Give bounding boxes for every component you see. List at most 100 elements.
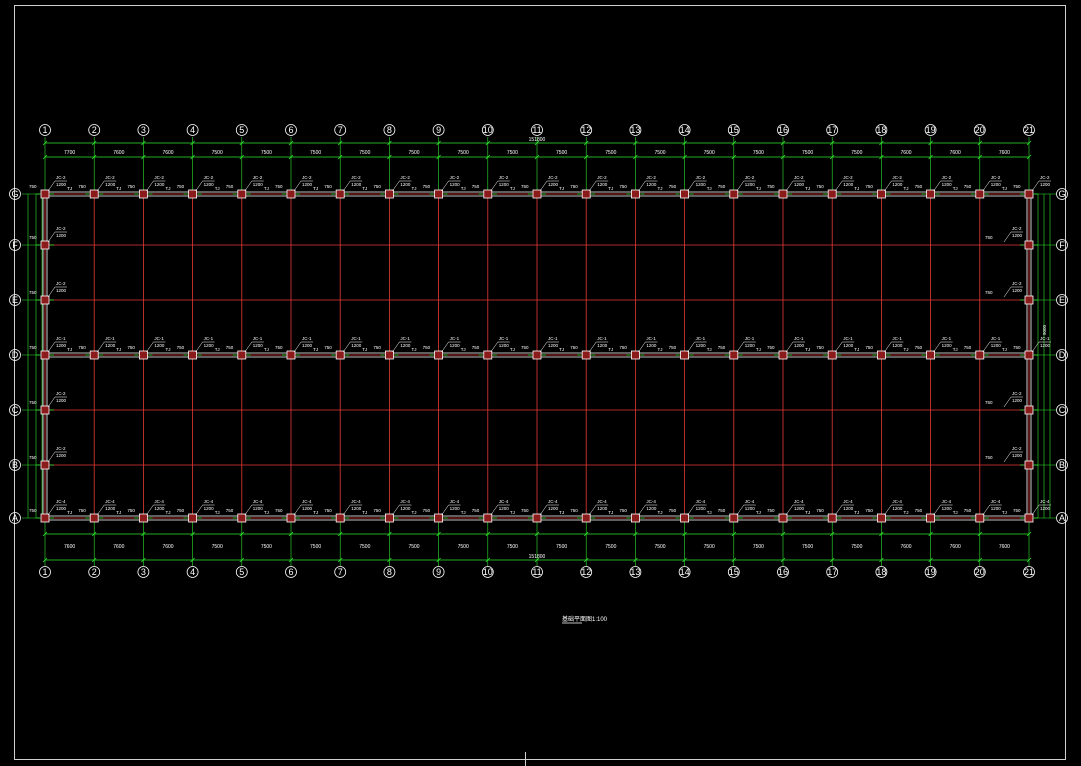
callout-G-14-offset: 750	[669, 184, 677, 189]
callout-D-14-offset: 750	[669, 345, 677, 350]
span-label-bottom: 7600	[999, 544, 1010, 550]
axis-top-21-text: 21	[1024, 125, 1034, 135]
callout-D-20-depth: 1200	[991, 343, 1002, 348]
callout-A-1-offset: 750	[29, 508, 37, 513]
tj-tag-A: TJ	[461, 510, 466, 515]
footing-E-21	[1024, 295, 1034, 305]
span-label-top: 7500	[359, 150, 370, 156]
callout-D-16-tag: JC-1	[794, 336, 804, 341]
callout-A-2-leader	[96, 504, 105, 516]
callout-G-19-depth: 1200	[942, 182, 953, 187]
footing-D-18	[877, 350, 886, 360]
footing-A-21	[1024, 513, 1034, 523]
span-label-top: 7500	[802, 150, 813, 156]
callout-D-17-leader	[834, 341, 843, 353]
span-label-bottom: 7600	[113, 544, 124, 550]
callout-A-7-tag: JC-4	[351, 499, 361, 504]
callout-A-17-leader	[834, 504, 843, 516]
tj-tag-A: TJ	[313, 510, 318, 515]
callout-E-21-offset: 750	[985, 290, 993, 295]
axis-top-18-text: 18	[876, 125, 886, 135]
callout-G-4-offset: 750	[177, 184, 185, 189]
footing-B-1	[40, 460, 50, 470]
axis-left-B-text: B	[12, 460, 18, 470]
span-label-bottom: 7500	[212, 544, 223, 550]
tj-tag-A: TJ	[264, 510, 269, 515]
callout-D-20-leader	[982, 341, 991, 353]
callout-D-18-offset: 750	[865, 345, 873, 350]
axis-top-14-text: 14	[680, 125, 690, 135]
callout-G-12-leader	[588, 180, 597, 192]
tj-tag-G: TJ	[166, 186, 171, 191]
tj-tag-D: TJ	[264, 347, 269, 352]
callout-C-21-offset: 750	[985, 400, 993, 405]
tj-tag-G: TJ	[215, 186, 220, 191]
callout-G-4-leader	[195, 180, 203, 192]
footing-G-18	[877, 189, 886, 199]
callout-D-9-leader	[441, 341, 449, 353]
callout-D-13-leader	[638, 341, 646, 353]
tj-tag-A: TJ	[559, 510, 564, 515]
tj-tag-A: TJ	[904, 510, 909, 515]
callout-G-18-depth: 1200	[892, 182, 903, 187]
callout-A-19-offset: 750	[915, 508, 923, 513]
callout-A-2-tag: JC-4	[105, 499, 115, 504]
tj-tag-D: TJ	[67, 347, 72, 352]
callout-G-5-depth: 1200	[253, 182, 264, 187]
callout-G-14-leader	[687, 180, 695, 192]
footing-D-4	[188, 350, 198, 360]
callout-G-1-depth: 1200	[56, 182, 67, 187]
callout-D-17-depth: 1200	[843, 343, 854, 348]
callout-D-10-leader	[490, 341, 499, 353]
callout-A-20-offset: 750	[964, 508, 972, 513]
callout-D-19-leader	[933, 341, 941, 353]
callout-D-1-leader	[47, 341, 56, 353]
callout-A-6-leader	[293, 504, 302, 516]
footing-G-11	[532, 189, 542, 199]
tj-tag-D: TJ	[608, 347, 613, 352]
callout-A-7-offset: 750	[324, 508, 332, 513]
axis-bottom-16-text: 16	[778, 567, 788, 577]
callout-A-17-tag: JC-4	[843, 499, 853, 504]
callout-D-5-offset: 750	[226, 345, 234, 350]
callout-D-12-offset: 750	[570, 345, 578, 350]
callout-G-11-tag: JC-2	[548, 175, 558, 180]
callout-F-1-offset: 750	[29, 235, 37, 240]
tj-tag-D: TJ	[953, 347, 958, 352]
span-label-bottom: 7600	[162, 544, 173, 550]
callout-C-1-leader	[47, 396, 56, 408]
footing-D-10	[483, 350, 493, 360]
footing-D-5	[237, 350, 247, 360]
footing-D-16	[778, 350, 788, 360]
span-label-top: 7600	[162, 150, 173, 156]
axis-top-17-text: 17	[827, 125, 837, 135]
callout-G-18-tag: JC-2	[892, 175, 902, 180]
span-label-bottom: 7600	[950, 544, 961, 550]
callout-G-7-depth: 1200	[351, 182, 362, 187]
callout-G-9-offset: 750	[423, 184, 431, 189]
callout-G-19-tag: JC-2	[942, 175, 952, 180]
callout-A-18-leader	[884, 504, 892, 516]
callout-D-21-tag: JC-1	[1040, 336, 1050, 341]
callout-D-11-offset: 750	[521, 345, 529, 350]
callout-G-18-offset: 750	[865, 184, 873, 189]
callout-D-3-tag: JC-1	[154, 336, 164, 341]
callout-D-11-tag: JC-1	[548, 336, 558, 341]
axis-bottom-9-text: 9	[436, 567, 441, 577]
callout-D-8-leader	[392, 341, 400, 353]
callout-G-9-leader	[441, 180, 449, 192]
callout-G-18-leader	[884, 180, 892, 192]
span-label-bottom: 7500	[851, 544, 862, 550]
callout-G-20-depth: 1200	[991, 182, 1002, 187]
callout-G-5-tag: JC-2	[253, 175, 263, 180]
callout-B-21-depth: 1200	[1012, 453, 1023, 458]
axis-top-5-text: 5	[239, 125, 244, 135]
callout-G-16-tag: JC-2	[794, 175, 804, 180]
footing-G-3	[138, 189, 148, 199]
span-label-bottom: 7500	[261, 544, 272, 550]
span-label-top: 7500	[212, 150, 223, 156]
callout-F-21-leader	[1003, 231, 1012, 243]
axis-top-15-text: 15	[729, 125, 739, 135]
tj-tag-A: TJ	[707, 510, 712, 515]
callout-A-5-leader	[244, 504, 253, 516]
